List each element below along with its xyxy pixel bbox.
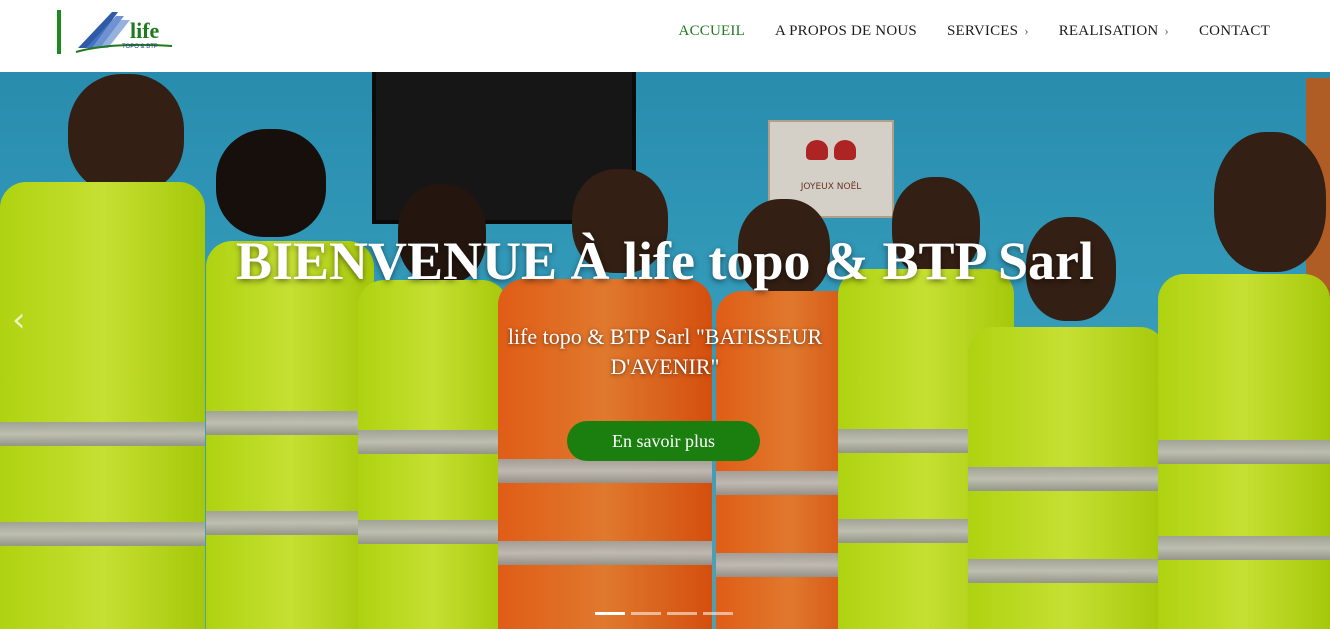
- slider-pagination: [595, 612, 733, 615]
- nav-label: CONTACT: [1198, 22, 1270, 39]
- slider-dot[interactable]: [703, 612, 733, 615]
- main-nav: ACCUEIL A PROPOS DE NOUS SERVICES › REALI…: [679, 0, 1270, 62]
- slider-dot[interactable]: [631, 612, 661, 615]
- hero-title: BIENVENUE À life topo & BTP Sarl: [235, 231, 1095, 291]
- nav-accueil[interactable]: ACCUEIL: [679, 23, 745, 40]
- slider-dot[interactable]: [667, 612, 697, 615]
- logo-graphic: life TOPO & BTP: [75, 12, 173, 53]
- hero-slider: JOYEUX NOËL BIENVENUE À life topo & BTP …: [0, 72, 1330, 629]
- company-logo[interactable]: life TOPO & BTP: [72, 8, 182, 56]
- nav-label: A PROPOS DE NOUS: [774, 22, 917, 39]
- nav-label: REALISATION: [1058, 22, 1159, 39]
- chevron-right-icon: ›: [1164, 23, 1169, 38]
- nav-label: ACCUEIL: [678, 22, 745, 39]
- slider-prev-arrow-icon[interactable]: ‹: [12, 300, 26, 340]
- nav-realisation[interactable]: REALISATION ›: [1059, 23, 1169, 40]
- nav-label: SERVICES: [946, 22, 1019, 39]
- chevron-right-icon: ›: [1024, 23, 1029, 38]
- svg-text:TOPO & BTP: TOPO & BTP: [122, 44, 158, 50]
- nav-services[interactable]: SERVICES ›: [947, 23, 1029, 40]
- slider-dot[interactable]: [595, 612, 625, 615]
- hero-subtitle: life topo & BTP Sarl "BATISSEUR D'AVENIR…: [507, 324, 823, 379]
- site-header: life TOPO & BTP ACCUEIL A PROPOS DE NOUS…: [0, 0, 1330, 72]
- logo-accent-bar: [57, 10, 61, 54]
- nav-contact[interactable]: CONTACT: [1199, 23, 1270, 40]
- svg-text:life: life: [130, 18, 160, 43]
- nav-a-propos[interactable]: A PROPOS DE NOUS: [775, 23, 917, 40]
- learn-more-button[interactable]: En savoir plus: [567, 421, 760, 461]
